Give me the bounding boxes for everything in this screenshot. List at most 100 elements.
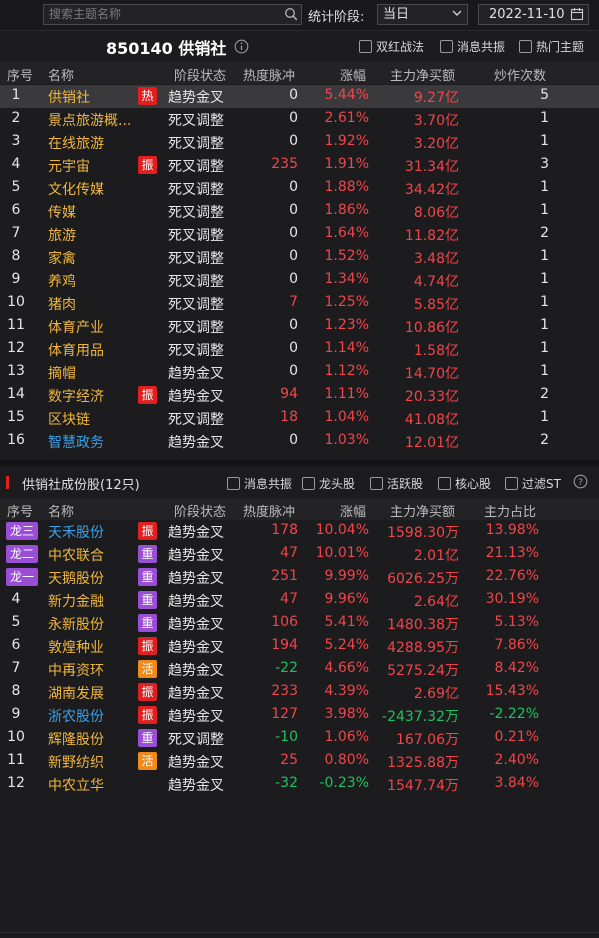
stock-name[interactable]: 中农立华 xyxy=(48,775,104,795)
search-input[interactable]: 搜索主题名称 xyxy=(43,4,302,25)
checkbox-box[interactable] xyxy=(438,477,451,490)
stock-name[interactable]: 敦煌种业 xyxy=(48,637,104,657)
filter-exclude-st[interactable]: 过滤ST xyxy=(505,475,561,492)
stock-row[interactable]: 龙一 天鹅股份 重趋势金叉 251 9.99% 6026.25万 22.76% xyxy=(0,566,599,589)
filter-active-stock[interactable]: 活跃股 xyxy=(370,475,423,492)
theme-name[interactable]: 摘帽 xyxy=(48,363,76,383)
col-change[interactable]: 涨幅 xyxy=(340,501,366,520)
theme-name[interactable]: 猪肉 xyxy=(48,294,76,314)
stock-row[interactable]: 11 新野纺织 活趋势金叉 25 0.80% 1325.88万 2.40% xyxy=(0,750,599,773)
stock-row[interactable]: 9 浙农股份 振趋势金叉 127 3.98% -2437.32万 -2.22% xyxy=(0,704,599,727)
checkbox-box[interactable] xyxy=(302,477,315,490)
theme-name[interactable]: 区块链 xyxy=(48,409,90,429)
checkbox-hot-topics[interactable]: 热门主题 xyxy=(519,38,584,55)
stage-status: 趋势金叉 xyxy=(168,709,224,725)
theme-name[interactable]: 供销社 xyxy=(48,87,90,107)
checkbox-box[interactable] xyxy=(505,477,518,490)
stock-row[interactable]: 10 辉隆股份 重死叉调整 -10 1.06% 167.06万 0.21% xyxy=(0,727,599,750)
info-icon[interactable] xyxy=(234,39,249,54)
stock-row[interactable]: 12 中农立华 趋势金叉 -32 -0.23% 1547.74万 3.84% xyxy=(0,773,599,796)
theme-name[interactable]: 元宇宙 xyxy=(48,156,90,176)
checkbox-box[interactable] xyxy=(519,40,532,53)
col-net-buy[interactable]: 主力净买额 xyxy=(390,65,455,84)
theme-name[interactable]: 景点旅游概... xyxy=(48,110,131,130)
stock-name[interactable]: 永新股份 xyxy=(48,614,104,634)
stock-row[interactable]: 7 中再资环 活趋势金叉 -22 4.66% 5275.24万 8.42% xyxy=(0,658,599,681)
stock-name[interactable]: 辉隆股份 xyxy=(48,729,104,749)
row-index: 12 xyxy=(7,775,25,791)
theme-row[interactable]: 9 养鸡 死叉调整 0 1.34% 4.74亿 1 xyxy=(0,269,599,292)
hype-count: 2 xyxy=(540,225,549,241)
col-heat[interactable]: 热度脉冲 xyxy=(243,501,295,520)
theme-row[interactable]: 5 文化传媒 死叉调整 0 1.88% 34.42亿 1 xyxy=(0,177,599,200)
checkbox-box[interactable] xyxy=(227,477,240,490)
filter-core-stock[interactable]: 核心股 xyxy=(438,475,491,492)
theme-row[interactable]: 16 智慧政务 趋势金叉 0 1.03% 12.01亿 2 xyxy=(0,430,599,453)
col-net-buy[interactable]: 主力净买额 xyxy=(390,501,455,520)
stock-row[interactable]: 龙二 中农联合 重趋势金叉 47 10.01% 2.01亿 21.13% xyxy=(0,543,599,566)
col-index[interactable]: 序号 xyxy=(7,65,33,84)
stock-name[interactable]: 湖南发展 xyxy=(48,683,104,703)
date-picker[interactable]: 2022-11-10 xyxy=(478,4,589,25)
theme-row[interactable]: 10 猪肉 死叉调整 7 1.25% 5.85亿 1 xyxy=(0,292,599,315)
checkbox-double-red[interactable]: 双红战法 xyxy=(359,38,424,55)
stock-row[interactable]: 4 新力金融 重趋势金叉 47 9.96% 2.64亿 30.19% xyxy=(0,589,599,612)
col-times[interactable]: 炒作次数 xyxy=(494,65,546,84)
theme-row[interactable]: 2 景点旅游概... 死叉调整 0 2.61% 3.70亿 1 xyxy=(0,108,599,131)
help-icon[interactable]: ? xyxy=(573,474,588,489)
theme-row[interactable]: 15 区块链 死叉调整 18 1.04% 41.08亿 1 xyxy=(0,407,599,430)
stock-name[interactable]: 中再资环 xyxy=(48,660,104,680)
stock-row[interactable]: 6 敦煌种业 振趋势金叉 194 5.24% 4288.95万 7.86% xyxy=(0,635,599,658)
stock-name[interactable]: 新力金融 xyxy=(48,591,104,611)
stock-name[interactable]: 天鹅股份 xyxy=(48,568,104,588)
checkbox-box[interactable] xyxy=(370,477,383,490)
calendar-icon[interactable] xyxy=(570,7,584,21)
stock-row[interactable]: 8 湖南发展 振趋势金叉 233 4.39% 2.69亿 15.43% xyxy=(0,681,599,704)
checkbox-box[interactable] xyxy=(359,40,372,53)
theme-row[interactable]: 13 摘帽 趋势金叉 0 1.12% 14.70亿 1 xyxy=(0,361,599,384)
stat-period-select[interactable]: 当日 xyxy=(377,4,468,25)
col-stage[interactable]: 阶段状态 xyxy=(174,501,226,520)
col-heat[interactable]: 热度脉冲 xyxy=(243,65,295,84)
theme-name[interactable]: 体育用品 xyxy=(48,340,104,360)
col-stage[interactable]: 阶段状态 xyxy=(174,65,226,84)
theme-name[interactable]: 养鸡 xyxy=(48,271,76,291)
stage-status: 趋势金叉 xyxy=(168,617,224,633)
main-ratio: 8.42% xyxy=(494,660,539,676)
theme-row[interactable]: 14 数字经济 振趋势金叉 94 1.11% 20.33亿 2 xyxy=(0,384,599,407)
theme-row[interactable]: 7 旅游 死叉调整 0 1.64% 11.82亿 2 xyxy=(0,223,599,246)
theme-name[interactable]: 传媒 xyxy=(48,202,76,222)
theme-name[interactable]: 家禽 xyxy=(48,248,76,268)
theme-row[interactable]: 4 元宇宙 振死叉调整 235 1.91% 31.34亿 3 xyxy=(0,154,599,177)
theme-name[interactable]: 在线旅游 xyxy=(48,133,104,153)
stock-name[interactable]: 浙农股份 xyxy=(48,706,104,726)
theme-row[interactable]: 1 供销社 热趋势金叉 0 5.44% 9.27亿 5 xyxy=(0,85,599,108)
change-pct: 1.14% xyxy=(324,340,369,356)
col-name[interactable]: 名称 xyxy=(48,501,74,520)
theme-row[interactable]: 11 体育产业 死叉调整 0 1.23% 10.86亿 1 xyxy=(0,315,599,338)
theme-name[interactable]: 文化传媒 xyxy=(48,179,104,199)
stock-row[interactable]: 5 永新股份 重趋势金叉 106 5.41% 1480.38万 5.13% xyxy=(0,612,599,635)
stock-name[interactable]: 中农联合 xyxy=(48,545,104,565)
theme-row[interactable]: 6 传媒 死叉调整 0 1.86% 8.06亿 1 xyxy=(0,200,599,223)
theme-name[interactable]: 数字经济 xyxy=(48,386,104,406)
change-pct: 1.88% xyxy=(324,179,369,195)
stock-name[interactable]: 新野纺织 xyxy=(48,752,104,772)
filter-news-resonance[interactable]: 消息共振 xyxy=(227,475,292,492)
checkbox-news-resonance[interactable]: 消息共振 xyxy=(440,38,505,55)
theme-row[interactable]: 3 在线旅游 死叉调整 0 1.92% 3.20亿 1 xyxy=(0,131,599,154)
theme-name[interactable]: 智慧政务 xyxy=(48,432,104,452)
col-name[interactable]: 名称 xyxy=(48,65,74,84)
theme-row[interactable]: 12 体育用品 死叉调整 0 1.14% 1.58亿 1 xyxy=(0,338,599,361)
theme-name[interactable]: 体育产业 xyxy=(48,317,104,337)
stock-name[interactable]: 天禾股份 xyxy=(48,522,104,542)
search-icon[interactable] xyxy=(284,7,298,21)
stock-row[interactable]: 龙三 天禾股份 振趋势金叉 178 10.04% 1598.30万 13.98% xyxy=(0,520,599,543)
col-ratio[interactable]: 主力占比 xyxy=(484,501,536,520)
theme-name[interactable]: 旅游 xyxy=(48,225,76,245)
col-change[interactable]: 涨幅 xyxy=(340,65,366,84)
col-index[interactable]: 序号 xyxy=(7,501,33,520)
checkbox-box[interactable] xyxy=(440,40,453,53)
filter-leader-stock[interactable]: 龙头股 xyxy=(302,475,355,492)
theme-row[interactable]: 8 家禽 死叉调整 0 1.52% 3.48亿 1 xyxy=(0,246,599,269)
